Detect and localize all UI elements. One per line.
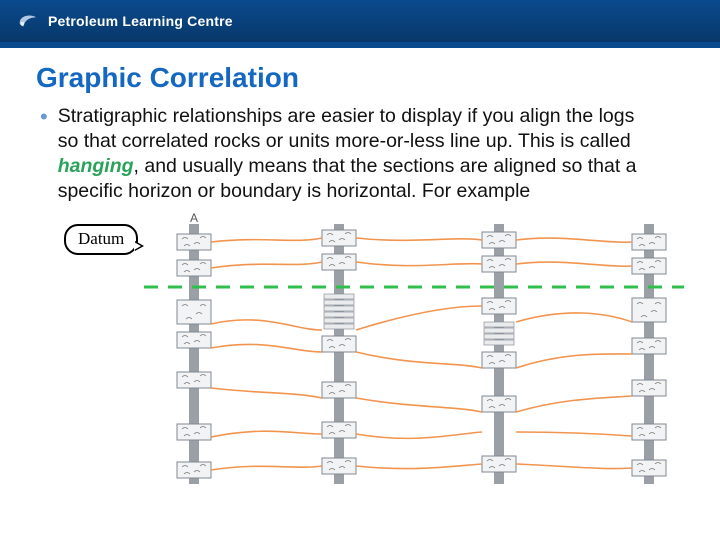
datum-callout: Datum xyxy=(64,224,138,255)
bullet-text-pre: Stratigraphic relationships are easier t… xyxy=(58,105,635,152)
bullet-item: • Stratigraphic relationships are easier… xyxy=(40,104,684,204)
datum-label: Datum xyxy=(78,229,124,248)
bullet-text: Stratigraphic relationships are easier t… xyxy=(58,104,658,204)
brand-logo-icon xyxy=(16,10,38,32)
slide-content: Graphic Correlation • Stratigraphic rela… xyxy=(0,48,720,492)
slide-title: Graphic Correlation xyxy=(36,62,684,94)
diagram-svg: A xyxy=(144,212,684,492)
correlation-diagram: Datum A xyxy=(64,212,704,492)
brand-title: Petroleum Learning Centre xyxy=(48,13,233,29)
bullet-text-post: , and usually means that the sections ar… xyxy=(58,155,637,202)
section-label-a: A xyxy=(190,212,198,225)
app-header: Petroleum Learning Centre xyxy=(0,0,720,42)
hanging-term: hanging xyxy=(58,155,134,177)
correlation-lines xyxy=(211,238,632,470)
well-b-units xyxy=(322,230,356,474)
bullet-dot-icon: • xyxy=(40,104,48,130)
